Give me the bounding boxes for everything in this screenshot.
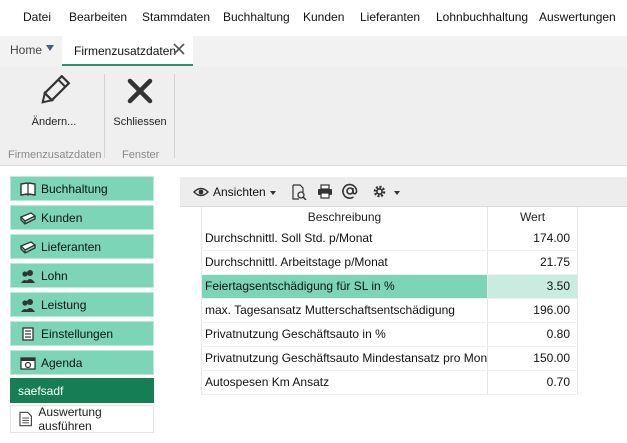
sidebar-item-lohn[interactable]: Lohn (10, 263, 154, 288)
ribbon-divider (174, 74, 175, 158)
sidebar-item-label: Buchhaltung (41, 181, 108, 196)
ribbon: Ändern... Schliessen Firmenzusatzdaten F… (0, 66, 627, 166)
print-icon[interactable] (317, 184, 333, 199)
cell-wert[interactable]: 174.00 (487, 226, 578, 251)
cell-beschreibung[interactable]: Privatnutzung Geschäftsauto in % (201, 322, 488, 347)
cell-beschreibung[interactable]: Durchschnittl. Arbeitstage p/Monat (201, 250, 488, 275)
cell-wert[interactable]: 196.00 (487, 298, 578, 323)
column-header-beschreibung[interactable]: Beschreibung (201, 207, 488, 226)
ribbon-divider (104, 74, 105, 158)
column-header-wert[interactable]: Wert (487, 207, 578, 226)
sidebar-item-label: Kunden (41, 210, 83, 225)
eye-icon (193, 187, 209, 197)
close-button[interactable]: Schliessen (110, 75, 170, 128)
cell-wert[interactable]: 150.00 (487, 346, 578, 371)
sidebar-item-einstellungen[interactable]: Einstellungen (10, 321, 154, 346)
table-row[interactable]: max. Tagesansatz Mutterschaftsentschädig… (201, 298, 578, 323)
tab-home[interactable]: Home (10, 43, 42, 57)
views-button-label: Ansichten (213, 185, 266, 199)
books-icon (20, 211, 36, 225)
menu-auswertungen[interactable]: Auswertungen (539, 10, 616, 24)
close-icon (127, 78, 153, 104)
list-icon (22, 326, 34, 341)
gear-icon[interactable] (372, 184, 387, 199)
menu-stammdaten[interactable]: Stammdaten (142, 10, 210, 24)
menu-lieferanten[interactable]: Lieferanten (360, 10, 420, 24)
cell-wert[interactable]: 0.80 (487, 322, 578, 347)
edit-button-label: Ändern... (31, 116, 77, 128)
sidebar-item-label: Lohn (41, 268, 68, 283)
table-row[interactable]: Feiertagsentschädigung für SL in % 3.50 (201, 274, 578, 299)
cell-beschreibung[interactable]: Durchschnittl. Soll Std. p/Monat (201, 226, 488, 251)
chevron-down-icon[interactable] (394, 191, 400, 195)
menu-lohnbuchhaltung[interactable]: Lohnbuchhaltung (436, 10, 528, 24)
sidebar-item-label: Einstellungen (41, 326, 114, 341)
table-header-row: Beschreibung Wert (201, 207, 578, 226)
run-report-label: Auswertung ausführen (38, 405, 102, 433)
cell-wert[interactable]: 21.75 (487, 250, 578, 275)
close-icon[interactable] (172, 42, 186, 56)
book-icon (20, 181, 36, 196)
tab-bar: Home Firmenzusatzdaten (0, 36, 627, 66)
sidebar-item-label: saefsadf (18, 383, 64, 398)
sidebar: Buchhaltung Kunden Lieferanten Lohn Leis… (0, 167, 162, 443)
table-row[interactable]: Durchschnittl. Soll Std. p/Monat 174.00 (201, 226, 578, 251)
content-panel: Ansichten Beschreibung Wert Durchschnitt… (180, 177, 627, 443)
sidebar-item-lieferanten[interactable]: Lieferanten (10, 234, 154, 259)
grid-toolbar: Ansichten (180, 177, 627, 207)
sidebar-item-saefsadf[interactable]: saefsadf (10, 378, 154, 403)
table-row[interactable]: Autospesen Km Ansatz 0.70 (201, 370, 578, 395)
table-row[interactable]: Durchschnittl. Arbeitstage p/Monat 21.75 (201, 250, 578, 275)
sidebar-item-label: Leistung (41, 297, 87, 312)
email-icon[interactable] (342, 183, 358, 199)
table-row[interactable]: Privatnutzung Geschäftsauto in % 0.80 (201, 322, 578, 347)
data-table: Beschreibung Wert Durchschnittl. Soll St… (201, 207, 578, 395)
cell-beschreibung[interactable]: max. Tagesansatz Mutterschaftsentschädig… (201, 298, 488, 323)
menu-datei[interactable]: Datei (23, 10, 51, 24)
tab-firmenzusatzdaten[interactable]: Firmenzusatzdaten (62, 36, 193, 66)
document-icon (19, 411, 32, 427)
cell-wert[interactable]: 3.50 (487, 274, 578, 299)
ribbon-group-label: Fenster (122, 149, 160, 161)
pencil-icon (41, 74, 71, 104)
close-button-label: Schliessen (113, 116, 167, 128)
chevron-down-icon[interactable] (46, 45, 54, 51)
run-report-button[interactable]: Auswertung ausführen (10, 405, 154, 433)
menu-bar: Datei Bearbeiten Stammdaten Buchhaltung … (0, 0, 627, 36)
people-icon (21, 269, 35, 283)
menu-buchhaltung[interactable]: Buchhaltung (223, 10, 290, 24)
books-icon (20, 240, 36, 254)
sidebar-item-label: Agenda (41, 355, 83, 370)
sidebar-item-leistung[interactable]: Leistung (10, 292, 154, 317)
sidebar-item-buchhaltung[interactable]: Buchhaltung (10, 176, 154, 201)
people-icon (21, 298, 35, 312)
edit-button[interactable]: Ändern... (22, 74, 86, 128)
cell-beschreibung[interactable]: Feiertagsentschädigung für SL in % (201, 274, 488, 299)
print-preview-icon[interactable] (292, 184, 307, 200)
table-body: Durchschnittl. Soll Std. p/Monat 174.00 Du… (201, 226, 578, 395)
cell-beschreibung[interactable]: Autospesen Km Ansatz (201, 370, 488, 395)
cell-beschreibung[interactable]: Privatnutzung Geschäftsauto Mindestansat… (201, 346, 488, 371)
chevron-down-icon[interactable] (270, 191, 276, 195)
tab-label: Firmenzusatzdaten (74, 44, 177, 58)
views-button[interactable]: Ansichten (193, 185, 266, 199)
calendar-icon (20, 356, 36, 370)
menu-bearbeiten[interactable]: Bearbeiten (69, 10, 127, 24)
sidebar-item-agenda[interactable]: Agenda (10, 350, 154, 375)
ribbon-group-label: Firmenzusatzdaten (8, 149, 102, 161)
sidebar-item-kunden[interactable]: Kunden (10, 205, 154, 230)
cell-wert[interactable]: 0.70 (487, 370, 578, 395)
menu-kunden[interactable]: Kunden (303, 10, 344, 24)
table-row[interactable]: Privatnutzung Geschäftsauto Mindestansat… (201, 346, 578, 371)
sidebar-item-label: Lieferanten (41, 239, 102, 254)
